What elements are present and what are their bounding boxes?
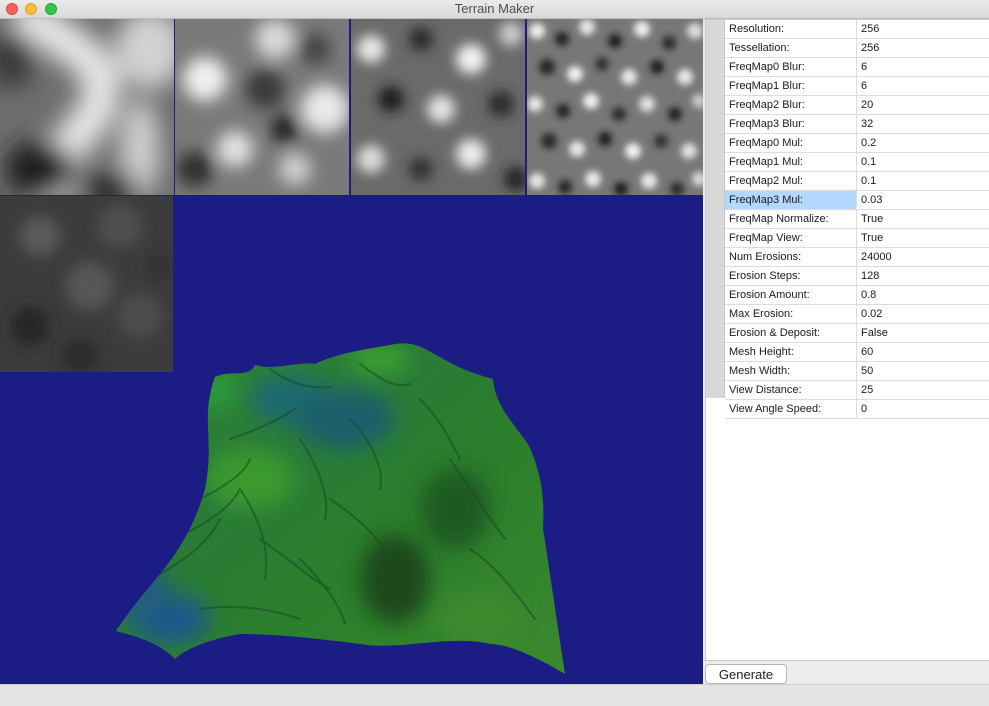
button-bar: Generate	[703, 660, 989, 685]
property-row[interactable]: Erosion Steps: 128	[725, 267, 989, 286]
property-row[interactable]: Mesh Height: 60	[725, 343, 989, 362]
property-value-field[interactable]: 0.8	[857, 286, 989, 304]
property-row[interactable]: Num Erosions: 24000	[725, 248, 989, 267]
property-value-field[interactable]: 50	[857, 362, 989, 380]
property-value-field[interactable]: 0.1	[857, 153, 989, 171]
properties-panel: Resolution: 256 Tessellation: 256 FreqMap0 B…	[705, 19, 989, 663]
property-row[interactable]: FreqMap0 Mul: 0.2	[725, 134, 989, 153]
properties-table: Resolution: 256 Tessellation: 256 FreqMap0 B…	[725, 20, 989, 419]
property-label: Max Erosion:	[725, 305, 857, 323]
property-row[interactable]: View Angle Speed: 0	[725, 400, 989, 419]
property-row[interactable]: FreqMap0 Blur: 6	[725, 58, 989, 77]
property-value-field[interactable]: 24000	[857, 248, 989, 266]
property-value-field[interactable]: 0.02	[857, 305, 989, 323]
property-value-field[interactable]: True	[857, 210, 989, 228]
property-value-field[interactable]: True	[857, 229, 989, 247]
property-row[interactable]: FreqMap3 Blur: 32	[725, 115, 989, 134]
generate-button[interactable]: Generate	[705, 664, 787, 684]
status-bar	[0, 684, 989, 706]
property-row[interactable]: Resolution: 256	[725, 20, 989, 39]
property-value-field[interactable]: 0.2	[857, 134, 989, 152]
property-row[interactable]: FreqMap3 Mul: 0.03	[725, 191, 989, 210]
property-row[interactable]: Erosion Amount: 0.8	[725, 286, 989, 305]
window-title: Terrain Maker	[454, 1, 535, 16]
property-row[interactable]: Max Erosion: 0.02	[725, 305, 989, 324]
property-row[interactable]: Erosion & Deposit: False	[725, 324, 989, 343]
property-label: Tessellation:	[725, 39, 857, 57]
property-label: FreqMap2 Blur:	[725, 96, 857, 114]
property-value-field[interactable]: 0.1	[857, 172, 989, 190]
property-label: Erosion Steps:	[725, 267, 857, 285]
property-label: FreqMap Normalize:	[725, 210, 857, 228]
property-label: FreqMap View:	[725, 229, 857, 247]
property-label: Num Erosions:	[725, 248, 857, 266]
property-value-field[interactable]: 32	[857, 115, 989, 133]
property-row[interactable]: FreqMap1 Blur: 6	[725, 77, 989, 96]
property-label: Mesh Width:	[725, 362, 857, 380]
property-label: FreqMap2 Mul:	[725, 172, 857, 190]
property-label: FreqMap0 Blur:	[725, 58, 857, 76]
terrain-viewport[interactable]	[0, 19, 703, 684]
terrain-mesh	[116, 343, 565, 674]
property-value-field[interactable]: 6	[857, 77, 989, 95]
property-value-field[interactable]: False	[857, 324, 989, 342]
property-value-field[interactable]: 256	[857, 39, 989, 57]
property-value-field[interactable]: 20	[857, 96, 989, 114]
property-label: Erosion Amount:	[725, 286, 857, 304]
property-value-field[interactable]: 0	[857, 400, 989, 418]
title-bar: Terrain Maker	[0, 0, 989, 19]
property-label: Erosion & Deposit:	[725, 324, 857, 342]
property-row[interactable]: Tessellation: 256	[725, 39, 989, 58]
property-value-field[interactable]: 0.03	[857, 191, 989, 209]
property-label: View Distance:	[725, 381, 857, 399]
property-value-field[interactable]: 25	[857, 381, 989, 399]
property-row[interactable]: FreqMap1 Mul: 0.1	[725, 153, 989, 172]
property-row[interactable]: FreqMap2 Mul: 0.1	[725, 172, 989, 191]
property-label: FreqMap1 Mul:	[725, 153, 857, 171]
row-header-gutter	[706, 20, 725, 398]
property-label: FreqMap3 Mul:	[725, 191, 857, 209]
property-value-field[interactable]: 6	[857, 58, 989, 76]
property-row[interactable]: FreqMap Normalize: True	[725, 210, 989, 229]
property-label: FreqMap1 Blur:	[725, 77, 857, 95]
property-label: Resolution:	[725, 20, 857, 38]
property-row[interactable]: View Distance: 25	[725, 381, 989, 400]
property-value-field[interactable]: 60	[857, 343, 989, 361]
property-row[interactable]: FreqMap View: True	[725, 229, 989, 248]
property-label: FreqMap3 Blur:	[725, 115, 857, 133]
property-row[interactable]: Mesh Width: 50	[725, 362, 989, 381]
property-value-field[interactable]: 128	[857, 267, 989, 285]
property-label: View Angle Speed:	[725, 400, 857, 418]
property-value-field[interactable]: 256	[857, 20, 989, 38]
property-label: Mesh Height:	[725, 343, 857, 361]
property-label: FreqMap0 Mul:	[725, 134, 857, 152]
property-row[interactable]: FreqMap2 Blur: 20	[725, 96, 989, 115]
